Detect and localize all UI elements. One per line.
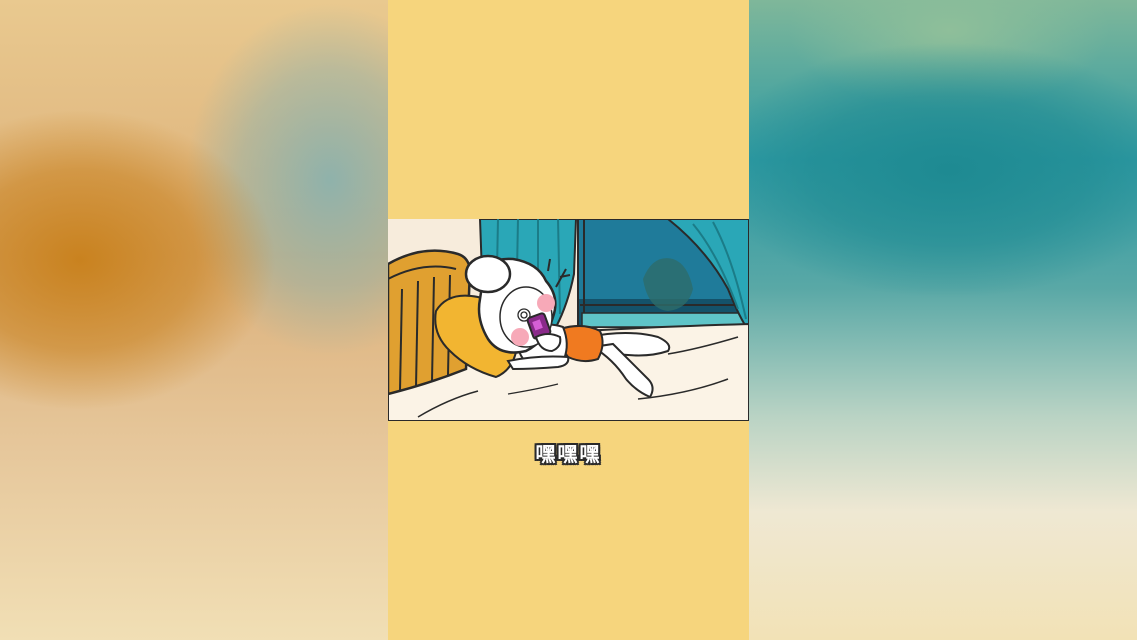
blurred-background-left (0, 0, 388, 640)
blurred-background-right (749, 0, 1137, 640)
cheek-right (537, 294, 555, 312)
video-frame: 嘿嘿嘿 (388, 0, 749, 640)
subtitle-caption: 嘿嘿嘿 (535, 442, 602, 466)
bedroom-illustration (388, 219, 749, 421)
cartoon-scene (388, 219, 749, 421)
cheek-left (511, 328, 529, 346)
